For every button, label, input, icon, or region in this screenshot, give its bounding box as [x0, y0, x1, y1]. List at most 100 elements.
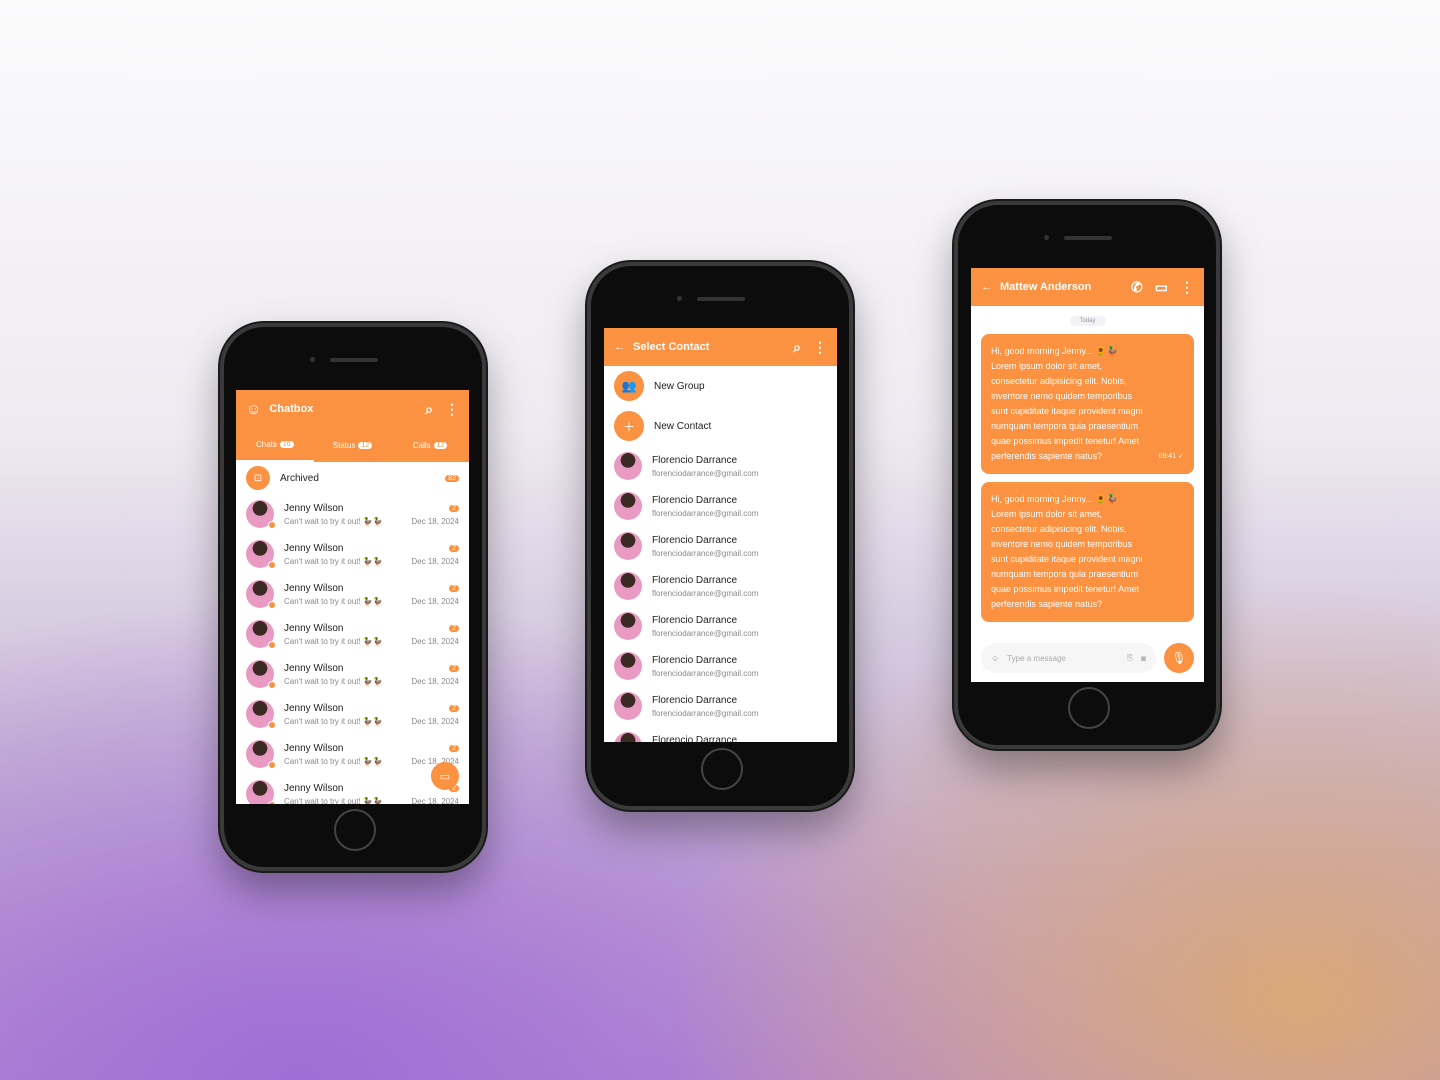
tab-calls[interactable]: Calls 12: [391, 428, 469, 462]
phone-call-icon[interactable]: ✆: [1131, 279, 1143, 296]
chat-date: Dec 18, 2024: [411, 716, 459, 726]
chat-date: Dec 18, 2024: [411, 556, 459, 566]
chat-list-item[interactable]: Jenny Wilson Can't wait to try it out! 🦆🦆…: [236, 534, 469, 574]
contact-name: Florencio Darrance: [652, 494, 738, 506]
camera: [1044, 235, 1049, 240]
avatar: [614, 732, 642, 742]
back-arrow-icon[interactable]: ←: [981, 281, 992, 293]
avatar: [614, 532, 642, 560]
chat-list-item[interactable]: Jenny Wilson Can't wait to try it out! 🦆🦆…: [236, 574, 469, 614]
tab-label: Chats: [255, 439, 277, 449]
chat-preview: Can't wait to try it out! 🦆🦆: [284, 716, 383, 726]
contact-name: Florencio Darrance: [652, 654, 738, 666]
emoji-icon[interactable]: ☺: [991, 654, 999, 663]
chat-preview: Can't wait to try it out! 🦆🦆: [284, 636, 383, 646]
contact-item[interactable]: Florencio Darranceflorenciodarrance@gmai…: [604, 646, 837, 686]
chat-name: Jenny Wilson: [284, 582, 344, 594]
avatar: [246, 500, 276, 529]
tab-count: 12: [433, 441, 448, 449]
contact-item[interactable]: Florencio Darrance florenciodarrance@gmai…: [604, 486, 837, 526]
message-input[interactable]: ☺ Type a message ⎘ ◙: [981, 643, 1156, 673]
contact-name: Florencio Darrance: [652, 574, 738, 586]
back-arrow-icon[interactable]: ←: [614, 341, 625, 353]
archive-icon: ⊡: [246, 466, 270, 490]
archived-label: Archived: [280, 472, 319, 484]
input-placeholder: Type a message: [1007, 653, 1066, 663]
tab-count: 12: [358, 441, 373, 449]
new-contact-label: New Contact: [654, 420, 712, 432]
chat-date: Dec 18, 2024: [411, 676, 459, 686]
more-icon[interactable]: ⋮: [1180, 279, 1194, 296]
search-icon[interactable]: ⌕: [793, 339, 801, 356]
online-dot: [268, 601, 276, 609]
chat-date: Dec 18, 2024: [411, 796, 459, 805]
home-button[interactable]: [334, 809, 376, 851]
tab-status[interactable]: Status 12: [314, 428, 392, 462]
home-button[interactable]: [701, 748, 743, 790]
chat-list-item[interactable]: Jenny Wilson Can't wait to try it out! 🦆🦆…: [236, 654, 469, 694]
chat-list-item[interactable]: Jenny Wilson Can't wait to try it out! 🦆🦆…: [236, 694, 469, 734]
conversation-screen: ← Mattew Anderson ✆ ▭ ⋮ Today Hi, good m…: [971, 268, 1204, 682]
unread-badge: 2: [449, 504, 459, 512]
home-button[interactable]: [1068, 687, 1110, 729]
camera-icon[interactable]: ◙: [1141, 654, 1146, 663]
online-dot: [268, 761, 276, 769]
video-call-icon[interactable]: ▭: [1155, 279, 1168, 296]
speaker: [697, 297, 745, 301]
tab-count: 16: [279, 440, 294, 448]
contact-item[interactable]: Florencio Darranceflorenciodarrance@gmai…: [604, 726, 837, 742]
contact-email: florenciodarrance@gmail.com: [652, 508, 759, 518]
mic-icon: 🎙: [1171, 651, 1187, 665]
chat-preview: Can't wait to try it out! 🦆🦆: [284, 676, 383, 686]
unread-badge: 2: [449, 704, 459, 712]
chat-preview: Can't wait to try it out! 🦆🦆: [284, 796, 383, 805]
chat-date: Dec 18, 2024: [411, 636, 459, 646]
tab-label: Status: [332, 440, 356, 450]
online-dot: [268, 681, 276, 689]
online-dot: [268, 721, 276, 729]
chat-date: Dec 18, 2024: [411, 516, 459, 526]
search-icon[interactable]: ⌕: [425, 401, 433, 418]
more-icon[interactable]: ⋮: [813, 339, 827, 356]
camera: [310, 357, 315, 362]
contact-name: Florencio Darrance: [652, 534, 738, 546]
tab-chats[interactable]: Chats 16: [236, 428, 314, 462]
contact-item[interactable]: Florencio Darrance florenciodarrance@gmai…: [604, 446, 837, 486]
more-icon[interactable]: ⋮: [445, 401, 459, 418]
online-dot: [268, 641, 276, 649]
new-contact-row[interactable]: ＋ New Contact: [604, 406, 837, 446]
message-bubble: Hi, good morning Jenny... 🌻🦆 Lorem ipsum…: [981, 334, 1194, 474]
unread-badge: 2: [449, 664, 459, 672]
chat-preview: Can't wait to try it out! 🦆🦆: [284, 556, 383, 566]
chat-name: Jenny Wilson: [284, 622, 344, 634]
avatar: [614, 692, 642, 720]
contact-item[interactable]: Florencio Darranceflorenciodarrance@gmai…: [604, 606, 837, 646]
contact-name: Florencio Darrance: [652, 454, 738, 466]
chat-list-item[interactable]: Jenny Wilson Can't wait to try it out! 🦆🦆…: [236, 614, 469, 654]
new-group-row[interactable]: 👥 New Group: [604, 366, 837, 406]
speaker: [330, 358, 378, 362]
mic-button[interactable]: 🎙: [1164, 643, 1194, 673]
contact-item[interactable]: Florencio Darrance florenciodarrance@gmai…: [604, 566, 837, 606]
date-divider: Today: [1069, 316, 1106, 326]
contact-item[interactable]: Florencio Darranceflorenciodarrance@gmai…: [604, 686, 837, 726]
avatar: [246, 620, 276, 649]
new-group-label: New Group: [654, 380, 705, 392]
new-chat-fab[interactable]: ▭: [431, 762, 459, 790]
avatar: [246, 700, 276, 729]
contact-item[interactable]: Florencio Darranceflorenciodarrance@gmai…: [604, 526, 837, 566]
contact-email: florenciodarrance@gmail.com: [652, 588, 759, 598]
archived-row[interactable]: ⊡ Archived 82: [236, 462, 469, 494]
chat-list-item[interactable]: Jenny Wilson Can't wait to try it out! 🦆🦆…: [236, 494, 469, 534]
avatar: [614, 572, 642, 600]
unread-badge: 2: [449, 584, 459, 592]
phone-chat-list: ☺ Chatbox ⌕ ⋮ Chats 16 Status 12 Calls 12 ⊡…: [220, 323, 486, 871]
contact-email: florenciodarrance@gmail.com: [652, 468, 759, 478]
avatar: [614, 452, 642, 480]
avatar: [246, 540, 276, 569]
attach-icon[interactable]: ⎘: [1127, 653, 1133, 663]
chat-preview: Can't wait to try it out! 🦆🦆: [284, 596, 383, 606]
message-text: Hi, good morning Jenny... 🌻🦆 Lorem ipsum…: [991, 346, 1143, 461]
select-contact-screen: ← Select Contact ⌕ ⋮ 👥 New Group ＋ New Con…: [604, 328, 837, 742]
message-bubble: Hi, good morning Jenny... 🌻🦆 Lorem ipsum…: [981, 482, 1194, 622]
